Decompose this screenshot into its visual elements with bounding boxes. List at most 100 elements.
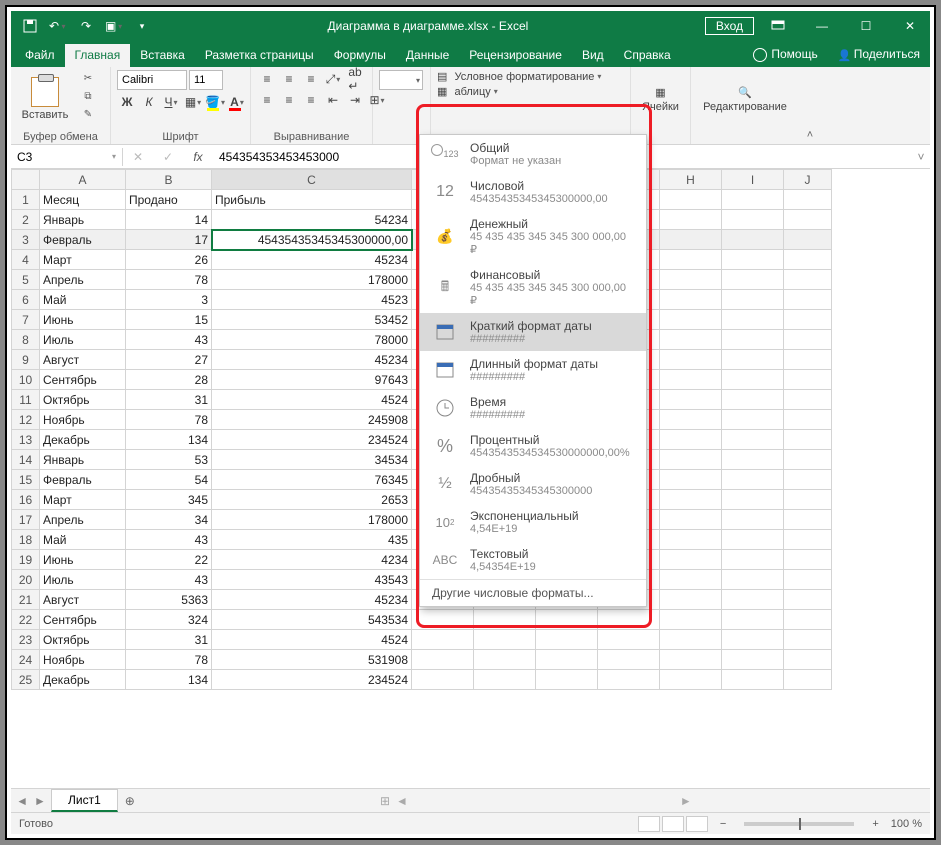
sheet-next-icon[interactable]: ► [34, 794, 46, 808]
qat-more-icon[interactable]: ▾ [133, 17, 151, 35]
zoom-slider[interactable] [744, 822, 854, 826]
align-middle-icon[interactable]: ≡ [279, 70, 299, 88]
cell[interactable]: 43 [126, 330, 212, 350]
cell[interactable]: Июнь [40, 310, 126, 330]
cell[interactable]: 54234 [212, 210, 412, 230]
cell[interactable]: 43 [126, 570, 212, 590]
cell[interactable]: 78000 [212, 330, 412, 350]
border-button[interactable]: ▦▾ [183, 93, 203, 111]
cell[interactable] [722, 570, 784, 590]
cell[interactable] [660, 570, 722, 590]
nf-scientific[interactable]: 102 Экспоненциальный4,54E+19 [420, 503, 646, 541]
cell[interactable] [784, 650, 832, 670]
col-header-H[interactable]: H [660, 170, 722, 190]
tab-share[interactable]: Поделиться [828, 43, 930, 67]
row-header[interactable]: 8 [12, 330, 40, 350]
cell[interactable]: 14 [126, 210, 212, 230]
cell[interactable] [784, 510, 832, 530]
cell[interactable] [784, 250, 832, 270]
cell[interactable] [784, 390, 832, 410]
row-header[interactable]: 2 [12, 210, 40, 230]
redo-icon[interactable]: ↷ [77, 17, 95, 35]
cell[interactable]: 4524 [212, 390, 412, 410]
tab-insert[interactable]: Вставка [130, 44, 195, 67]
cell[interactable]: Прибыль [212, 190, 412, 210]
cell[interactable] [784, 290, 832, 310]
cell[interactable]: 543534 [212, 610, 412, 630]
cell[interactable]: 531908 [212, 650, 412, 670]
cell[interactable]: 54 [126, 470, 212, 490]
cell[interactable] [660, 390, 722, 410]
tab-help[interactable]: Справка [614, 44, 681, 67]
cell[interactable] [660, 270, 722, 290]
font-name-combo[interactable] [117, 70, 187, 90]
cell[interactable] [660, 590, 722, 610]
cell[interactable]: 43543 [212, 570, 412, 590]
row-header[interactable]: 23 [12, 630, 40, 650]
cell[interactable] [660, 370, 722, 390]
row-header[interactable]: 18 [12, 530, 40, 550]
select-all[interactable] [12, 170, 40, 190]
cell[interactable] [722, 350, 784, 370]
cell[interactable]: 53452 [212, 310, 412, 330]
cell[interactable] [412, 650, 474, 670]
view-normal-icon[interactable] [638, 816, 660, 832]
tab-view[interactable]: Вид [572, 44, 614, 67]
cell[interactable]: 17 [126, 230, 212, 250]
cell[interactable] [722, 290, 784, 310]
cell[interactable]: 78 [126, 270, 212, 290]
col-header-B[interactable]: B [126, 170, 212, 190]
cell[interactable] [784, 490, 832, 510]
cell[interactable]: Октябрь [40, 630, 126, 650]
cell[interactable] [784, 450, 832, 470]
cell[interactable]: Декабрь [40, 430, 126, 450]
cell[interactable] [412, 670, 474, 690]
tab-formulas[interactable]: Формулы [324, 44, 396, 67]
nf-currency[interactable]: 💰 Денежный45 435 435 345 345 300 000,00 … [420, 211, 646, 262]
row-header[interactable]: 22 [12, 610, 40, 630]
cell[interactable]: 45234 [212, 250, 412, 270]
cell[interactable] [474, 650, 536, 670]
row-header[interactable]: 7 [12, 310, 40, 330]
cell[interactable]: 324 [126, 610, 212, 630]
cell[interactable] [536, 630, 598, 650]
nf-general[interactable]: 123 ОбщийФормат не указан [420, 135, 646, 173]
view-layout-icon[interactable] [662, 816, 684, 832]
cell[interactable]: 78 [126, 410, 212, 430]
cell[interactable]: 34 [126, 510, 212, 530]
cell[interactable] [412, 610, 474, 630]
cell[interactable]: Февраль [40, 470, 126, 490]
cell[interactable] [722, 630, 784, 650]
format-table-button[interactable]: ▦ аблицу▾ [437, 85, 498, 98]
cell[interactable]: Ноябрь [40, 410, 126, 430]
bold-button[interactable]: Ж [117, 93, 137, 111]
row-header[interactable]: 1 [12, 190, 40, 210]
cell[interactable] [722, 490, 784, 510]
tab-tell-me[interactable]: Помощь [743, 43, 827, 67]
row-header[interactable]: 11 [12, 390, 40, 410]
sheet-tab-1[interactable]: Лист1 [51, 789, 118, 812]
row-header[interactable]: 21 [12, 590, 40, 610]
cell[interactable]: 76345 [212, 470, 412, 490]
cell[interactable] [784, 410, 832, 430]
col-header-C[interactable]: C [212, 170, 412, 190]
cell[interactable]: 34534 [212, 450, 412, 470]
row-header[interactable]: 13 [12, 430, 40, 450]
cell[interactable]: 45234 [212, 350, 412, 370]
align-center-icon[interactable]: ≡ [279, 91, 299, 109]
cell[interactable] [722, 370, 784, 390]
cell[interactable] [598, 670, 660, 690]
cell[interactable]: 97643 [212, 370, 412, 390]
indent-inc-icon[interactable]: ⇥ [345, 91, 365, 109]
row-header[interactable]: 20 [12, 570, 40, 590]
cell[interactable] [412, 630, 474, 650]
accept-formula-icon[interactable]: ✓ [163, 150, 173, 164]
cell[interactable] [722, 410, 784, 430]
cell[interactable] [784, 350, 832, 370]
cell[interactable]: 234524 [212, 430, 412, 450]
cell[interactable]: Август [40, 350, 126, 370]
cell[interactable]: 4524 [212, 630, 412, 650]
cell[interactable] [660, 550, 722, 570]
close-icon[interactable]: ✕ [890, 11, 930, 41]
zoom-level[interactable]: 100 % [891, 818, 922, 830]
